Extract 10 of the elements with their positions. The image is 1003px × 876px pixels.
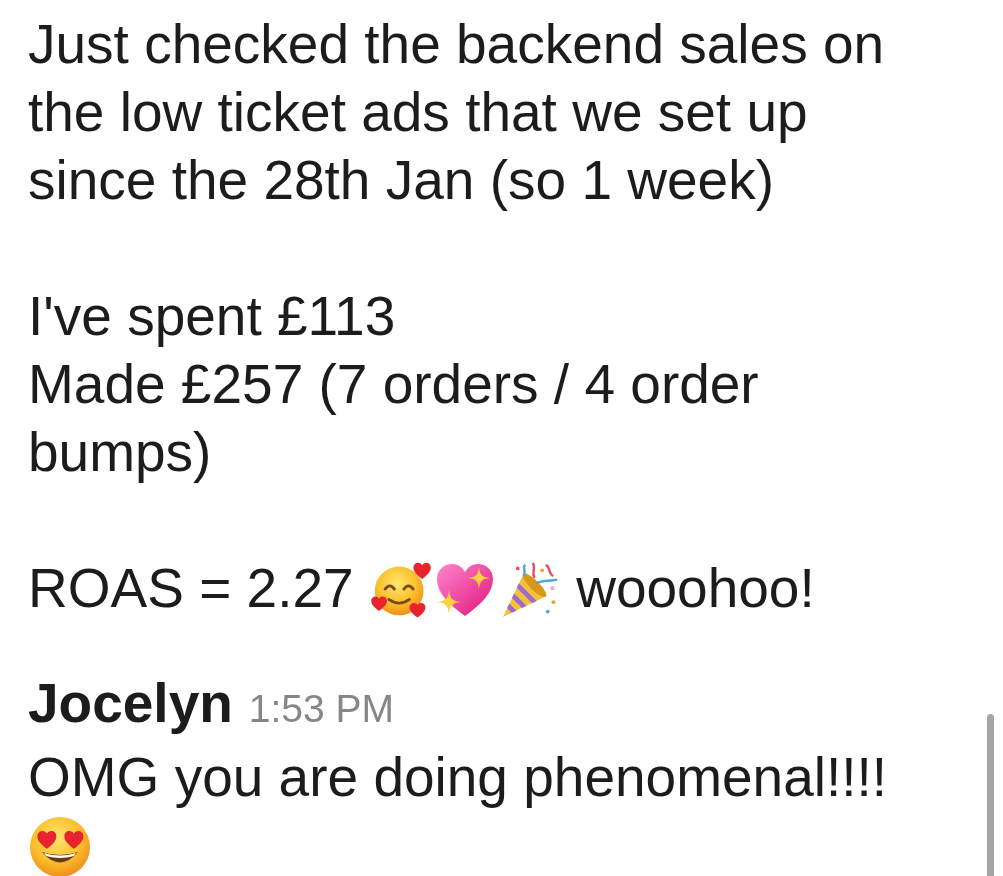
- scrollbar-thumb[interactable]: [987, 714, 994, 876]
- author-name[interactable]: Jocelyn: [28, 669, 233, 737]
- message-text: I've spent £113: [28, 284, 397, 349]
- message-text: Just checked the backend sales on the low ticket ads that we set up since the 28th Jan (so 1 week): [28, 12, 886, 213]
- message-text: OMG you are doing phenomenal!!!!: [28, 746, 888, 808]
- message-text: wooohoo!: [576, 557, 815, 619]
- message-text: Made £257 (7 orders / 4 order bumps): [28, 352, 760, 485]
- smiling-face-hearts-icon: [370, 560, 431, 620]
- message-time: 1:53 PM: [248, 686, 395, 732]
- message-text: ROAS = 2.27: [28, 557, 354, 619]
